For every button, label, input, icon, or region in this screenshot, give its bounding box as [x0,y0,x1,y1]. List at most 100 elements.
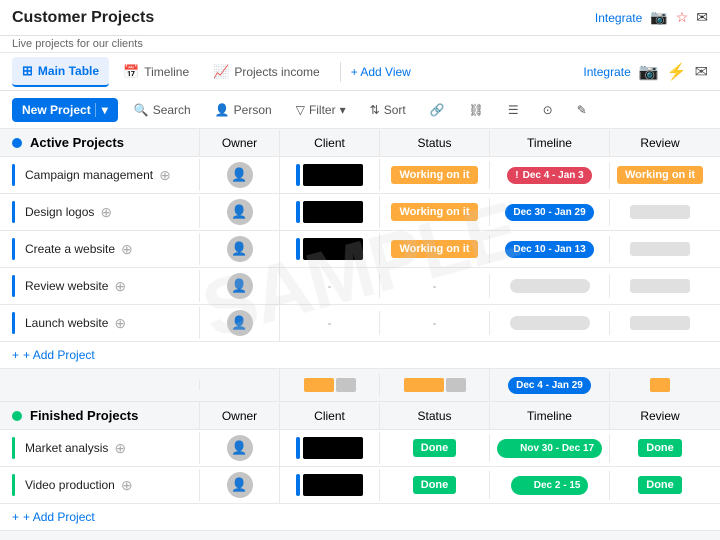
row-add-icon[interactable]: ⊕ [159,167,171,184]
cell-client [280,159,380,191]
instagram-icon[interactable]: 📷 [639,62,659,82]
cell-timeline[interactable]: ! Dec 4 - Jan 3 [490,162,610,189]
tab-timeline-label: Timeline [144,65,189,79]
cell-review[interactable]: Done [610,471,710,499]
cell-owner: 👤 [200,467,280,503]
finished-projects-section: Finished Projects Owner Client Status Ti… [0,402,720,531]
table-row: Market analysis ⊕ 👤 Done ✓ Nov 30 - Dec … [0,430,720,467]
cell-owner: 👤 [200,268,280,304]
cell-timeline[interactable]: Dec 10 - Jan 13 [490,236,610,263]
col-header-timeline: Timeline [490,130,610,156]
cell-status[interactable]: Done [380,434,490,462]
status-badge: Done [413,476,457,494]
table-row: Video production ⊕ 👤 Done ✓ Dec 2 - 15 [0,467,720,504]
summary-client-bars [304,378,356,392]
status-badge: Done [413,439,457,457]
empty-review [630,205,690,219]
slack-icon[interactable]: ⚡ [667,62,687,82]
avatar: 👤 [227,199,253,225]
cell-owner: 👤 [200,231,280,267]
review-badge: Working on it [617,166,703,184]
row-add-icon[interactable]: ⊕ [121,241,133,258]
sort-icon: ⇅ [370,103,380,117]
cell-review[interactable]: Working on it [610,161,710,189]
tab-divider [340,62,341,82]
sort-button[interactable]: ⇅ Sort [362,99,414,121]
status-badge: Working on it [391,203,477,221]
summary-bar-orange [304,378,334,392]
gmail-icon[interactable]: ✉ [695,62,708,82]
summary-row: Dec 4 - Jan 29 [0,369,720,402]
cell-client: - [280,274,380,298]
person-icon: 👤 [215,103,230,117]
new-project-dropdown-arrow[interactable]: ▾ [95,103,108,117]
row-name: Campaign management ⊕ [0,159,200,191]
toolbar: New Project ▾ 🔍 Search 👤 Person ▽ Filter… [0,91,720,129]
add-project-finished[interactable]: + + Add Project [0,504,720,531]
cell-status[interactable]: - [380,311,490,335]
row-name: Review website ⊕ [0,270,200,302]
integrate-icon[interactable]: Integrate [583,65,630,79]
cell-status[interactable]: Working on it [380,198,490,226]
cell-status[interactable]: Working on it [380,161,490,189]
empty-client: - [328,279,332,293]
list-icon-btn[interactable]: ☰ [500,99,527,121]
cell-status[interactable]: - [380,274,490,298]
review-badge: Done [638,476,682,494]
cell-client [280,432,380,464]
summary-gray-bar [446,378,466,392]
cell-timeline[interactable]: ✓ Dec 2 - 15 [490,471,610,500]
row-indicator [12,238,15,260]
summary-owner-cell [200,369,280,401]
client-bar-blue [296,437,300,459]
cell-client: - [280,311,380,335]
link-icon: 🔗 [430,103,445,117]
header-actions: Integrate 📷 ☆ ✉ [595,9,708,26]
add-view-btn[interactable]: + Add View [351,65,411,79]
unlink-icon-btn[interactable]: ⛓ [461,99,492,121]
integrate-btn[interactable]: Integrate [595,11,642,25]
finished-dot [12,411,22,421]
tab-timeline[interactable]: 📅 Timeline [113,58,199,86]
avatar: 👤 [227,162,253,188]
cell-review[interactable]: Done [610,434,710,462]
row-name: Create a website ⊕ [0,233,200,265]
cell-owner: 👤 [200,194,280,230]
person-button[interactable]: 👤 Person [207,99,280,121]
row-add-icon[interactable]: ⊕ [121,477,133,494]
row-indicator [12,437,15,459]
cell-owner: 👤 [200,157,280,193]
row-add-icon[interactable]: ⊕ [100,204,112,221]
cell-timeline [490,311,610,335]
finished-section-header-row: Finished Projects Owner Client Status Ti… [0,402,720,430]
cell-client [280,196,380,228]
tab-projects-income[interactable]: 📈 Projects income [203,58,330,86]
add-project-active[interactable]: + + Add Project [0,342,720,369]
row-name: Video production ⊕ [0,469,200,501]
cell-status[interactable]: Done [380,471,490,499]
summary-timeline-cell: Dec 4 - Jan 29 [490,372,610,399]
row-add-icon[interactable]: ⊕ [114,315,126,332]
filter-button[interactable]: ▽ Filter ▾ [288,99,354,121]
avatar: 👤 [227,435,253,461]
link-icon-btn[interactable]: 🔗 [422,99,453,121]
cell-timeline[interactable]: ✓ Nov 30 - Dec 17 [490,434,610,463]
tab-main-table[interactable]: ⊞ Main Table [12,57,109,87]
edit-icon-btn[interactable]: ✎ [569,99,595,121]
cell-status[interactable]: Working on it [380,235,490,263]
cell-client [280,233,380,265]
row-add-icon[interactable]: ⊕ [114,440,126,457]
row-add-icon[interactable]: ⊕ [114,278,126,295]
check-icon: ✓ [505,442,514,455]
cell-timeline[interactable]: Dec 30 - Jan 29 [490,199,610,226]
search-label: Search [153,103,191,117]
cell-client [280,469,380,501]
search2-icon-btn[interactable]: ⊙ [535,99,561,121]
search-button[interactable]: 🔍 Search [126,99,199,121]
new-project-button[interactable]: New Project ▾ [12,98,118,122]
cell-timeline [490,274,610,298]
client-bar [303,201,363,223]
avatar: 👤 [227,472,253,498]
empty-review [630,316,690,330]
table-row: Campaign management ⊕ 👤 Working on it ! … [0,157,720,194]
